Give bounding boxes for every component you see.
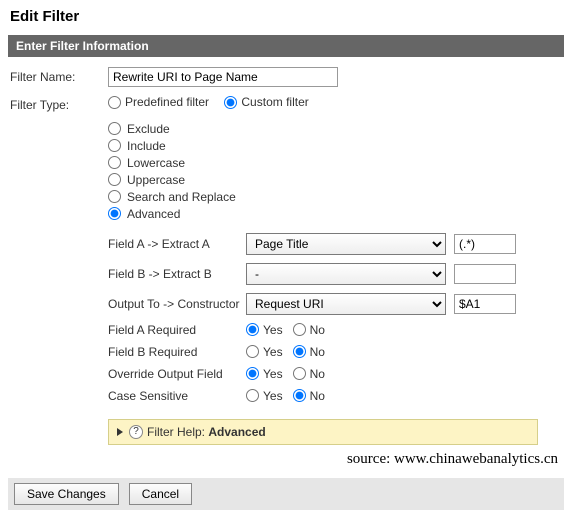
form-area: Filter Name: Filter Type: Predefined fil… [8, 57, 564, 468]
opt-include-label: Include [127, 139, 166, 153]
expand-triangle-icon [117, 428, 123, 436]
help-icon: ? [129, 425, 143, 439]
save-button[interactable]: Save Changes [14, 483, 119, 505]
filter-type-label: Filter Type: [10, 95, 108, 112]
opt-lowercase-label: Lowercase [127, 156, 185, 170]
filter-help-bar[interactable]: ? Filter Help: Advanced [108, 419, 538, 445]
page-title: Edit Filter [10, 8, 564, 25]
field-b-label: Field B -> Extract B [108, 267, 246, 281]
cancel-button[interactable]: Cancel [129, 483, 192, 505]
opt-exclude[interactable]: Exclude [108, 122, 562, 136]
field-b-required-yes[interactable]: Yes [246, 345, 283, 359]
action-bar: Save Changes Cancel [8, 478, 564, 510]
opt-search-replace-radio[interactable] [108, 190, 121, 203]
opt-exclude-label: Exclude [127, 122, 170, 136]
predefined-filter-label: Predefined filter [125, 95, 209, 109]
field-b-required-no[interactable]: No [293, 345, 325, 359]
override-output-yes[interactable]: Yes [246, 367, 283, 381]
case-sensitive-yes[interactable]: Yes [246, 389, 283, 403]
opt-exclude-radio[interactable] [108, 122, 121, 135]
filter-name-input[interactable] [108, 67, 338, 87]
opt-advanced-label: Advanced [127, 207, 180, 221]
predefined-filter-option[interactable]: Predefined filter [108, 95, 209, 109]
opt-include-radio[interactable] [108, 139, 121, 152]
filter-help-suffix: Advanced [208, 425, 265, 439]
field-a-select[interactable]: Page Title [246, 233, 446, 255]
opt-uppercase[interactable]: Uppercase [108, 173, 562, 187]
output-to-label: Output To -> Constructor [108, 297, 246, 311]
filter-help-prefix: Filter Help: [147, 425, 205, 439]
custom-filter-radio[interactable] [224, 96, 237, 109]
section-header: Enter Filter Information [8, 35, 564, 57]
opt-search-replace-label: Search and Replace [127, 190, 236, 204]
override-output-no[interactable]: No [293, 367, 325, 381]
opt-uppercase-radio[interactable] [108, 173, 121, 186]
opt-lowercase[interactable]: Lowercase [108, 156, 562, 170]
custom-filter-option[interactable]: Custom filter [224, 95, 308, 109]
opt-lowercase-radio[interactable] [108, 156, 121, 169]
field-b-required-label: Field B Required [108, 345, 246, 359]
custom-filter-label: Custom filter [241, 95, 308, 109]
opt-include[interactable]: Include [108, 139, 562, 153]
field-a-required-yes[interactable]: Yes [246, 323, 283, 337]
predefined-filter-radio[interactable] [108, 96, 121, 109]
field-a-label: Field A -> Extract A [108, 237, 246, 251]
source-attribution: source: www.chinawebanalytics.cn [10, 451, 558, 468]
opt-advanced-radio[interactable] [108, 207, 121, 220]
case-sensitive-no[interactable]: No [293, 389, 325, 403]
output-to-select[interactable]: Request URI [246, 293, 446, 315]
case-sensitive-label: Case Sensitive [108, 389, 246, 403]
filter-name-label: Filter Name: [10, 67, 108, 84]
custom-filter-options: Exclude Include Lowercase Uppercase Sear… [108, 122, 562, 221]
opt-advanced[interactable]: Advanced [108, 207, 562, 221]
field-b-pattern-input[interactable] [454, 264, 516, 284]
field-a-pattern-input[interactable] [454, 234, 516, 254]
advanced-settings: Field A -> Extract A Page Title Field B … [108, 233, 562, 403]
opt-search-replace[interactable]: Search and Replace [108, 190, 562, 204]
opt-uppercase-label: Uppercase [127, 173, 185, 187]
override-output-label: Override Output Field [108, 367, 246, 381]
field-b-select[interactable]: - [246, 263, 446, 285]
field-a-required-no[interactable]: No [293, 323, 325, 337]
field-a-required-label: Field A Required [108, 323, 246, 337]
output-pattern-input[interactable] [454, 294, 516, 314]
